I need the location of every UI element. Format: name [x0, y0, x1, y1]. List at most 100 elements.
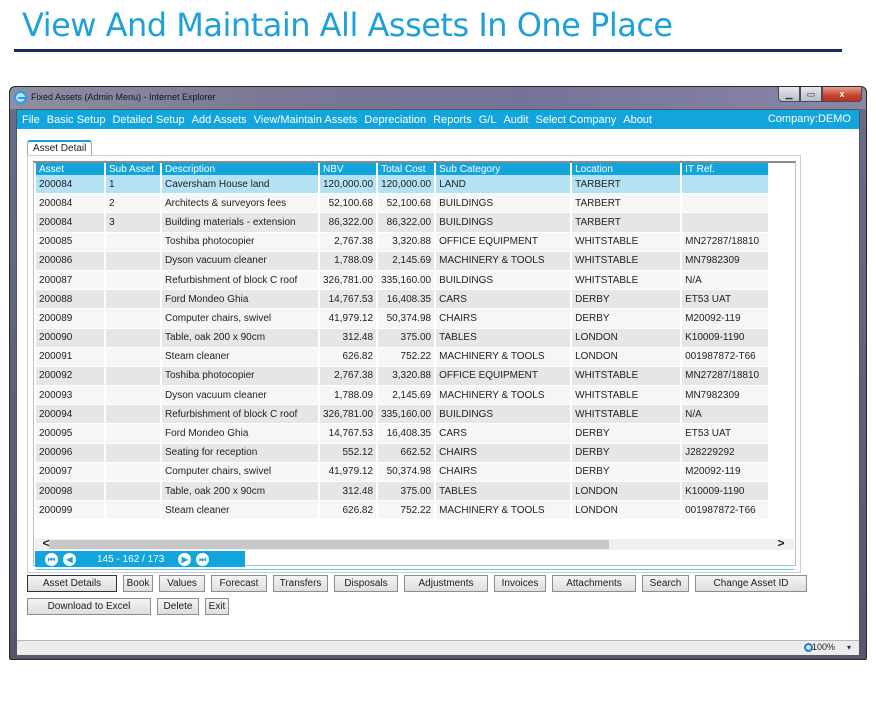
adjustments-button[interactable]: Adjustments	[404, 575, 488, 592]
cell-sub-category[interactable]: BUILDINGS	[436, 405, 571, 425]
cell-total-cost[interactable]: 52,100.68	[378, 194, 435, 214]
cell-location[interactable]: TARBERT	[572, 194, 681, 214]
cell-sub-category[interactable]: MACHINERY & TOOLS	[436, 347, 571, 367]
menu-depreciation[interactable]: Depreciation	[364, 114, 426, 126]
cell-description[interactable]: Computer chairs, swivel	[162, 462, 318, 482]
cell-asset[interactable]: 200084	[36, 213, 104, 233]
maximize-button[interactable]: ▭	[800, 87, 822, 102]
scrollbar-thumb[interactable]	[49, 540, 609, 549]
table-row[interactable]: 200089 Computer chairs, swivel 41,979.12 50…	[36, 309, 769, 329]
cell-total-cost[interactable]: 752.22	[378, 347, 435, 367]
cell-description[interactable]: Toshiba photocopier	[162, 232, 318, 252]
cell-asset[interactable]: 200092	[36, 366, 104, 387]
cell-sub-category[interactable]: LAND	[436, 175, 571, 195]
cell-sub-asset[interactable]	[106, 405, 160, 425]
table-row[interactable]: 200084 3 Building materials - extension 86,…	[36, 213, 769, 233]
cell-nbv[interactable]: 326,781.00	[320, 405, 377, 425]
table-row[interactable]: 200084 2 Architects & surveyors fees 52,100…	[36, 194, 769, 214]
table-row[interactable]: 200092 Toshiba photocopier 2,767.38 3,320.8…	[36, 366, 769, 387]
cell-sub-asset[interactable]	[106, 501, 160, 521]
cell-nbv[interactable]: 2,767.38	[320, 366, 377, 387]
cell-nbv[interactable]: 120,000.00	[320, 175, 377, 195]
cell-location[interactable]: DERBY	[572, 443, 681, 463]
cell-nbv[interactable]: 41,979.12	[320, 462, 377, 482]
menu-view-maintain-assets[interactable]: View/Maintain Assets	[254, 114, 358, 126]
cell-sub-category[interactable]: TABLES	[436, 328, 571, 348]
cell-it-ref[interactable]: MN27287/18810	[682, 366, 769, 387]
cell-sub-asset[interactable]: 1	[106, 175, 160, 195]
cell-sub-category[interactable]: BUILDINGS	[436, 194, 571, 214]
table-row[interactable]: 200084 1 Caversham House land 120,000.00 120…	[36, 175, 769, 195]
cell-description[interactable]: Steam cleaner	[162, 347, 318, 367]
previous-page-icon[interactable]: ◀	[63, 552, 76, 566]
cell-asset[interactable]: 200084	[36, 194, 104, 214]
close-button[interactable]: x	[822, 87, 862, 102]
cell-location[interactable]: DERBY	[572, 462, 681, 482]
cell-location[interactable]: DERBY	[572, 309, 681, 329]
cell-total-cost[interactable]: 3,320.88	[378, 366, 435, 387]
cell-it-ref[interactable]: 001987872-T66	[682, 347, 769, 367]
cell-it-ref[interactable]: MN7982309	[682, 386, 769, 406]
minimize-button[interactable]: ▁	[778, 87, 800, 102]
column-header-description[interactable]: Description	[162, 163, 318, 175]
cell-nbv[interactable]: 2,767.38	[320, 232, 377, 252]
cell-asset[interactable]: 200095	[36, 424, 104, 444]
cell-asset[interactable]: 200091	[36, 347, 104, 367]
cell-total-cost[interactable]: 662.52	[378, 443, 435, 463]
asset-details-button[interactable]: Asset Details	[27, 575, 117, 592]
cell-sub-category[interactable]: TABLES	[436, 482, 571, 502]
cell-asset[interactable]: 200086	[36, 251, 104, 271]
cell-total-cost[interactable]: 375.00	[378, 482, 435, 502]
cell-nbv[interactable]: 312.48	[320, 482, 377, 502]
cell-total-cost[interactable]: 2,145.69	[378, 251, 435, 271]
invoices-button[interactable]: Invoices	[494, 575, 546, 592]
cell-nbv[interactable]: 626.82	[320, 347, 377, 367]
menu-file[interactable]: File	[22, 114, 40, 126]
column-header-sub-asset[interactable]: Sub Asset	[106, 163, 160, 175]
column-header-asset[interactable]: Asset	[36, 163, 104, 175]
cell-sub-asset[interactable]	[106, 328, 160, 348]
table-row[interactable]: 200085 Toshiba photocopier 2,767.38 3,320.8…	[36, 232, 769, 252]
cell-description[interactable]: Computer chairs, swivel	[162, 309, 318, 329]
cell-location[interactable]: WHITSTABLE	[572, 405, 681, 425]
cell-sub-category[interactable]: BUILDINGS	[436, 213, 571, 233]
cell-total-cost[interactable]: 2,145.69	[378, 386, 435, 406]
cell-nbv[interactable]: 1,788.09	[320, 386, 377, 406]
cell-description[interactable]: Dyson vacuum cleaner	[162, 251, 318, 271]
cell-sub-asset[interactable]	[106, 309, 160, 329]
table-row[interactable]: 200098 Table, oak 200 x 90cm 312.48 375.00 T…	[36, 482, 769, 502]
table-row[interactable]: 200099 Steam cleaner 626.82 752.22 MACHINERY…	[36, 501, 769, 521]
exit-button[interactable]: Exit	[205, 598, 229, 615]
table-row[interactable]: 200094 Refurbishment of block C roof 326,7…	[36, 405, 769, 425]
menu-gl[interactable]: G/L	[479, 114, 497, 126]
cell-sub-asset[interactable]	[106, 386, 160, 406]
cell-description[interactable]: Building materials - extension	[162, 213, 318, 233]
cell-asset[interactable]: 200099	[36, 501, 104, 521]
cell-total-cost[interactable]: 375.00	[378, 328, 435, 348]
table-row[interactable]: 200096 Seating for reception 552.12 662.52 C…	[36, 443, 769, 463]
cell-sub-category[interactable]: CARS	[436, 424, 571, 444]
cell-sub-asset[interactable]	[106, 347, 160, 367]
cell-it-ref[interactable]: K10009-1190	[682, 482, 769, 502]
tab-asset-detail[interactable]: Asset Detail	[27, 140, 93, 156]
cell-sub-asset[interactable]	[106, 482, 160, 502]
download-to-excel-button[interactable]: Download to Excel	[27, 598, 151, 615]
table-row[interactable]: 200095 Ford Mondeo Ghia 14,767.53 16,408.35…	[36, 424, 769, 444]
cell-it-ref[interactable]: ET53 UAT	[682, 424, 769, 444]
cell-sub-category[interactable]: OFFICE EQUIPMENT	[436, 232, 571, 252]
cell-location[interactable]: LONDON	[572, 482, 681, 502]
cell-nbv[interactable]: 626.82	[320, 501, 377, 521]
cell-location[interactable]: DERBY	[572, 290, 681, 310]
column-header-sub-category[interactable]: Sub Category	[436, 163, 571, 175]
cell-it-ref[interactable]: ET53 UAT	[682, 290, 769, 310]
cell-sub-asset[interactable]: 3	[106, 213, 160, 233]
cell-sub-asset[interactable]	[106, 443, 160, 463]
cell-total-cost[interactable]: 120,000.00	[378, 175, 435, 195]
cell-location[interactable]: LONDON	[572, 347, 681, 367]
cell-description[interactable]: Ford Mondeo Ghia	[162, 424, 318, 444]
cell-location[interactable]: TARBERT	[572, 213, 681, 233]
menu-select-company[interactable]: Select Company	[536, 114, 617, 126]
cell-description[interactable]: Steam cleaner	[162, 501, 318, 521]
cell-total-cost[interactable]: 335,160.00	[378, 270, 435, 291]
cell-nbv[interactable]: 312.48	[320, 328, 377, 348]
